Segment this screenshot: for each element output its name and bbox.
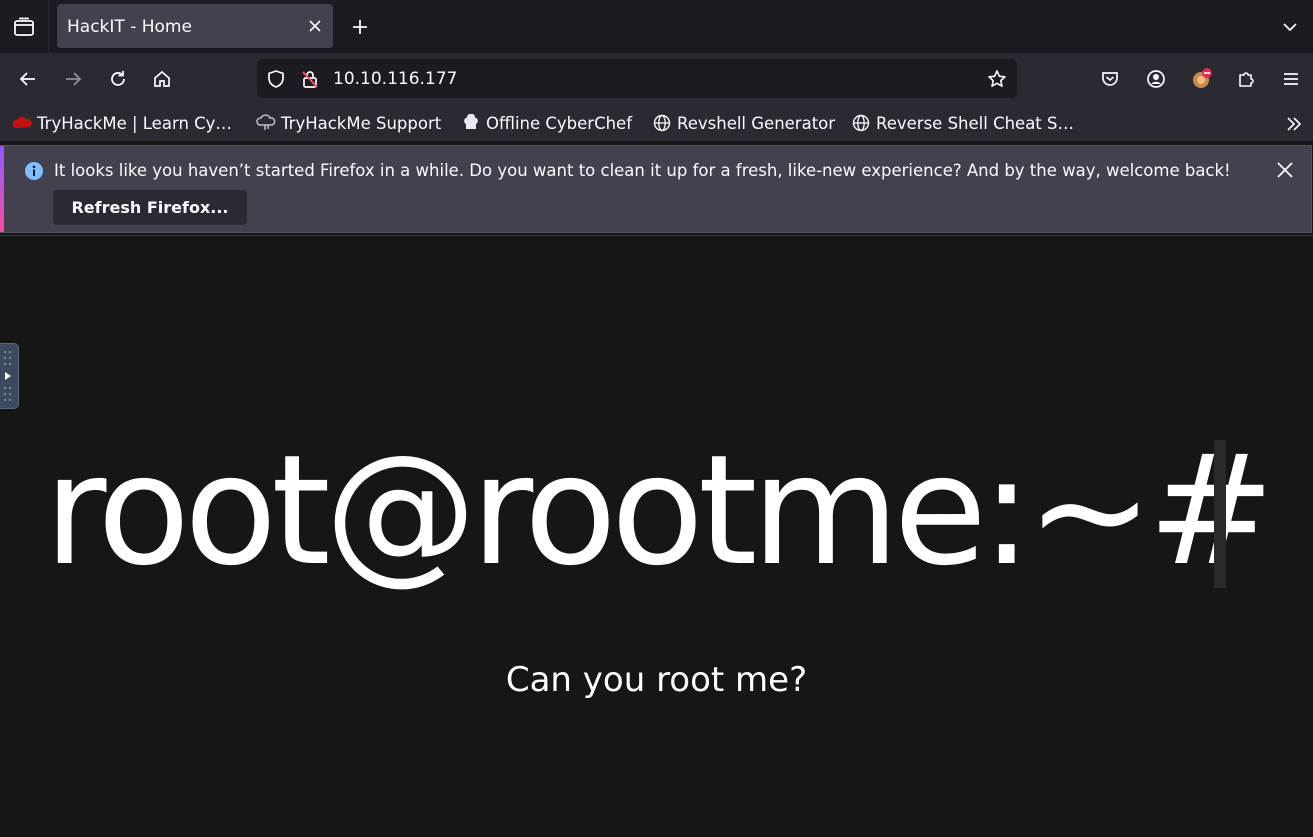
list-all-tabs-button[interactable]: [1275, 12, 1305, 42]
tryhackme-icon: [12, 113, 32, 133]
extension-button[interactable]: [1186, 63, 1218, 95]
chef-hat-icon: [461, 113, 481, 133]
puzzle-piece-icon: [1239, 72, 1254, 87]
account-button[interactable]: [1140, 63, 1172, 95]
tab-close-icon[interactable]: [305, 16, 325, 36]
pocket-icon: [1102, 72, 1118, 86]
bookmark-item[interactable]: Reverse Shell Cheat S…: [851, 111, 1074, 135]
bookmark-label: Revshell Generator: [677, 113, 836, 133]
terminal-cursor: [1214, 440, 1226, 588]
plus-icon: [353, 20, 367, 34]
home-button[interactable]: [146, 63, 178, 95]
new-tab-button[interactable]: [345, 12, 375, 42]
globe-icon: [652, 113, 672, 133]
hamburger-menu-icon: [1284, 73, 1298, 85]
bookmarks-toolbar: TryHackMe | Learn Cy… TryHackMe Support …: [0, 105, 1313, 141]
extension-badge-icon: [1193, 68, 1212, 88]
page-title: root@rootme:~#: [44, 422, 1275, 599]
bookmark-item[interactable]: Offline CyberChef: [461, 111, 632, 135]
tracking-protection-shield-icon[interactable]: [265, 68, 287, 90]
bookmarks-overflow-button[interactable]: [1283, 113, 1305, 135]
refresh-firefox-button[interactable]: Refresh Firefox...: [53, 190, 247, 225]
sidebar-drag-handle[interactable]: [0, 343, 19, 409]
double-chevron-right-icon: [1287, 117, 1302, 131]
url-bar[interactable]: 10.10.116.177: [257, 59, 1017, 98]
home-icon: [154, 70, 170, 87]
notification-message: It looks like you haven’t started Firefo…: [54, 161, 1231, 180]
bookmark-item[interactable]: Revshell Generator: [652, 111, 835, 135]
navigation-toolbar: 10.10.116.177: [0, 53, 1313, 105]
page-content: root@rootme:~# Can you root me?: [0, 235, 1313, 837]
app-menu-button[interactable]: [1275, 63, 1307, 95]
bookmark-label: Offline CyberChef: [486, 113, 633, 133]
extensions-menu-button[interactable]: [1230, 63, 1262, 95]
back-arrow-icon: [19, 72, 35, 86]
bookmark-label: TryHackMe Support: [281, 113, 442, 133]
account-icon: [1147, 70, 1165, 88]
tab-active[interactable]: HackIT - Home: [57, 4, 333, 48]
tab-strip: HackIT - Home: [0, 0, 1313, 53]
forward-button[interactable]: [57, 63, 89, 95]
insecure-lock-icon[interactable]: [299, 68, 321, 90]
close-icon[interactable]: [1273, 158, 1297, 182]
url-text[interactable]: 10.10.116.177: [333, 69, 457, 89]
page-subtitle: Can you root me?: [505, 660, 808, 700]
bookmark-item[interactable]: TryHackMe | Learn Cy…: [12, 111, 232, 135]
reload-button[interactable]: [102, 63, 134, 95]
globe-icon: [851, 113, 871, 133]
bookmark-label: TryHackMe | Learn Cy…: [37, 113, 232, 133]
bookmark-item[interactable]: TryHackMe Support: [256, 111, 441, 135]
refresh-notification-bar: It looks like you haven’t started Firefo…: [0, 145, 1312, 233]
tab-list-icon: [14, 17, 34, 36]
tab-list-button[interactable]: [0, 0, 49, 53]
tab-title: HackIT - Home: [67, 17, 192, 37]
info-icon: [24, 161, 44, 181]
reload-icon: [111, 71, 125, 86]
forward-arrow-icon: [66, 72, 82, 86]
support-icon: [256, 113, 276, 133]
pocket-button[interactable]: [1094, 63, 1126, 95]
bookmark-label: Reverse Shell Cheat S…: [876, 113, 1074, 133]
grip-dots-icon: [4, 351, 11, 401]
back-button[interactable]: [12, 63, 44, 95]
chevron-down-icon: [1283, 23, 1297, 32]
bookmark-star-icon[interactable]: [985, 67, 1009, 91]
